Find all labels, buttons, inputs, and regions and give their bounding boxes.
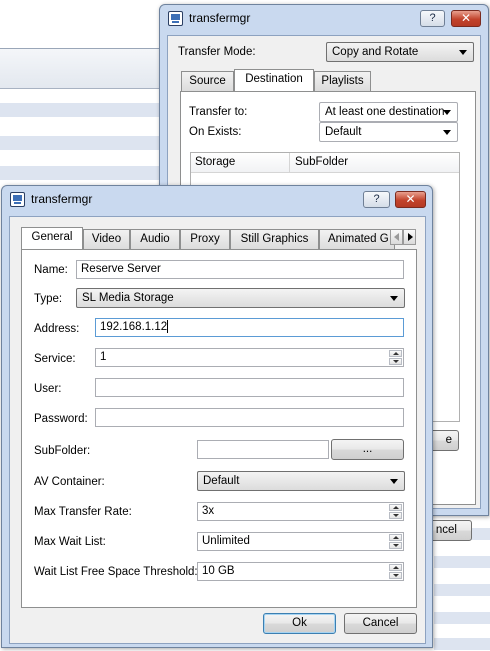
- type-value: SL Media Storage: [82, 292, 174, 304]
- max-transfer-rate-stepper[interactable]: [389, 504, 402, 519]
- general-tab-pane: Name: Reserve Server Type: SL Media Stor…: [21, 249, 417, 608]
- password-label: Password:: [34, 413, 88, 425]
- tab-general[interactable]: General: [21, 227, 83, 249]
- close-button[interactable]: ✕: [451, 10, 481, 27]
- service-stepper[interactable]: [389, 350, 402, 365]
- background-row: [0, 103, 160, 117]
- tab-animated-graphics[interactable]: Animated G: [319, 229, 395, 249]
- tab-video[interactable]: Video: [83, 229, 130, 249]
- front-dialog-window: transfermgr ? ✕ General Video Audio Prox…: [1, 185, 433, 648]
- remove-button-label: e: [445, 434, 452, 446]
- chevron-down-icon: [459, 50, 467, 55]
- help-button[interactable]: ?: [420, 10, 445, 27]
- tab-still-graphics[interactable]: Still Graphics: [230, 229, 319, 249]
- transfer-to-label: Transfer to:: [189, 106, 248, 118]
- type-dropdown[interactable]: SL Media Storage: [76, 288, 405, 308]
- front-dialog-titlebar[interactable]: transfermgr ? ✕: [2, 186, 432, 213]
- back-dialog-title: transfermgr: [189, 11, 251, 25]
- spin-down-icon[interactable]: [389, 542, 402, 549]
- spin-down-icon[interactable]: [389, 572, 402, 579]
- close-button[interactable]: ✕: [395, 191, 426, 208]
- ok-button[interactable]: Ok: [263, 613, 336, 634]
- address-input[interactable]: 192.168.1.12: [95, 318, 404, 337]
- spin-up-icon[interactable]: [389, 504, 402, 511]
- transfer-mode-label: Transfer Mode:: [178, 46, 256, 58]
- app-icon: [168, 11, 183, 26]
- column-header-subfolder[interactable]: SubFolder: [295, 156, 348, 168]
- spin-up-icon[interactable]: [389, 564, 402, 571]
- spin-up-icon[interactable]: [389, 350, 402, 357]
- spin-down-icon[interactable]: [389, 512, 402, 519]
- spin-up-icon[interactable]: [389, 534, 402, 541]
- password-input[interactable]: [95, 408, 404, 427]
- max-transfer-rate-value: 3x: [202, 505, 215, 517]
- tab-audio[interactable]: Audio: [130, 229, 180, 249]
- name-input[interactable]: Reserve Server: [76, 260, 404, 279]
- chevron-down-icon: [390, 296, 398, 301]
- back-cancel-label: ncel: [435, 524, 457, 536]
- spin-down-icon[interactable]: [389, 358, 402, 365]
- chevron-down-icon: [390, 479, 398, 484]
- background-row: [0, 136, 160, 150]
- text-cursor: [167, 320, 169, 334]
- column-divider: [289, 153, 290, 173]
- on-exists-label: On Exists:: [189, 126, 242, 138]
- address-label: Address:: [34, 323, 80, 335]
- max-transfer-rate-label: Max Transfer Rate:: [34, 506, 132, 518]
- type-label: Type:: [34, 293, 63, 305]
- help-button[interactable]: ?: [363, 191, 390, 208]
- app-icon: [10, 192, 25, 207]
- transfer-mode-dropdown[interactable]: Copy and Rotate: [326, 42, 474, 62]
- browse-button[interactable]: ...: [331, 439, 404, 460]
- front-dialog-title: transfermgr: [31, 192, 93, 206]
- max-transfer-rate-spinbox[interactable]: 3x: [197, 502, 404, 521]
- max-wait-list-label: Max Wait List:: [34, 536, 106, 548]
- background-row: [0, 166, 160, 180]
- threshold-stepper[interactable]: [389, 564, 402, 579]
- service-label: Service:: [34, 353, 76, 365]
- front-dialog-client: General Video Audio Proxy Still Graphics…: [9, 216, 426, 644]
- threshold-value: 10 GB: [202, 565, 235, 577]
- on-exists-value: Default: [325, 126, 362, 138]
- on-exists-dropdown[interactable]: Default: [319, 122, 458, 142]
- tab-destination[interactable]: Destination: [234, 69, 314, 91]
- user-label: User:: [34, 383, 62, 395]
- subfolder-input[interactable]: [197, 440, 329, 459]
- threshold-spinbox[interactable]: 10 GB: [197, 562, 404, 581]
- tab-proxy[interactable]: Proxy: [180, 229, 230, 249]
- tab-source[interactable]: Source: [181, 71, 234, 91]
- av-container-value: Default: [203, 475, 240, 487]
- max-wait-list-spinbox[interactable]: Unlimited: [197, 532, 404, 551]
- threshold-label: Wait List Free Space Threshold:: [34, 566, 198, 578]
- user-input[interactable]: [95, 378, 404, 397]
- transfer-to-value: At least one destination: [325, 106, 445, 118]
- background-row: [434, 638, 490, 650]
- back-dialog-titlebar[interactable]: transfermgr ? ✕: [160, 5, 488, 32]
- column-header-storage[interactable]: Storage: [195, 156, 235, 168]
- chevron-down-icon: [443, 130, 451, 135]
- max-wait-list-value: Unlimited: [202, 535, 250, 547]
- max-wait-list-stepper[interactable]: [389, 534, 402, 549]
- subfolder-label: SubFolder:: [34, 445, 91, 457]
- av-container-label: AV Container:: [34, 476, 105, 488]
- tab-scroll-right-icon[interactable]: [403, 229, 416, 245]
- transfer-to-dropdown[interactable]: At least one destination: [319, 102, 458, 122]
- address-value: 192.168.1.12: [100, 321, 168, 333]
- background-row: [434, 584, 490, 596]
- background-row: [434, 612, 490, 624]
- tab-scroll-left-icon[interactable]: [390, 229, 403, 245]
- background-row: [434, 556, 490, 568]
- cancel-button[interactable]: Cancel: [344, 613, 417, 634]
- chevron-down-icon: [443, 110, 451, 115]
- destination-list-header: Storage SubFolder: [191, 153, 459, 173]
- transfer-mode-value: Copy and Rotate: [332, 46, 419, 58]
- service-spinbox[interactable]: 1: [95, 348, 404, 367]
- service-value: 1: [100, 351, 107, 363]
- background-header: [0, 49, 162, 89]
- tab-playlists[interactable]: Playlists: [314, 71, 371, 91]
- name-label: Name:: [34, 264, 68, 276]
- av-container-dropdown[interactable]: Default: [197, 471, 405, 491]
